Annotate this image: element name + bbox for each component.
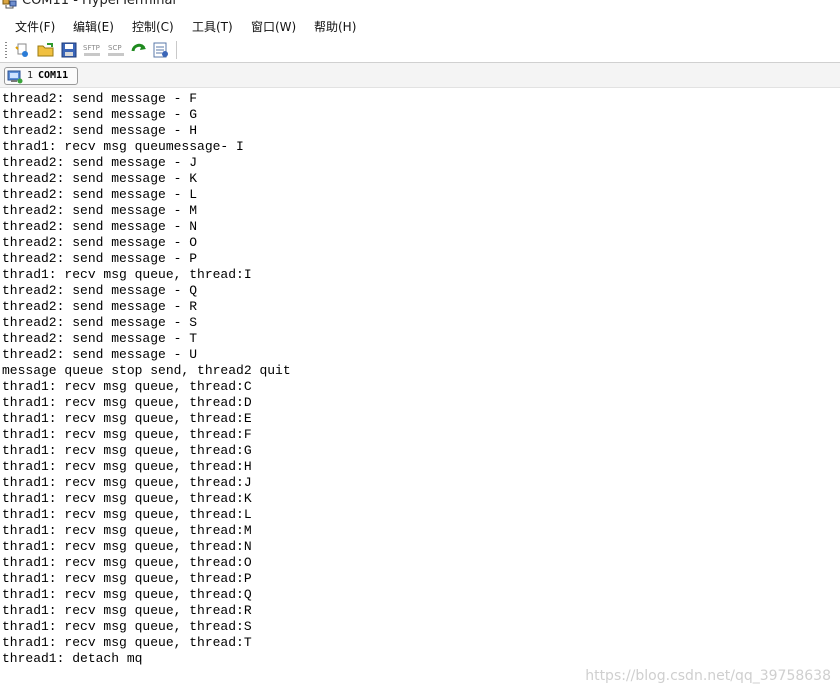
- toolbar-separator: [176, 41, 177, 59]
- properties-icon[interactable]: [152, 41, 170, 59]
- menu-file[interactable]: 文件(F): [15, 18, 55, 35]
- open-folder-icon[interactable]: [37, 41, 55, 59]
- toolbar: SFTP SCP: [0, 38, 840, 62]
- menu-tools[interactable]: 工具(T): [192, 18, 233, 35]
- terminal-line: thrad1: recv msg queue, thread:D: [2, 395, 252, 410]
- save-icon[interactable]: [60, 41, 78, 59]
- terminal-line: thrad1: recv msg queumessage- I: [2, 139, 244, 154]
- terminal-line: thread2: send message - U: [2, 347, 198, 362]
- app-icon: [2, 0, 18, 10]
- terminal-line: thrad1: recv msg queue, thread:C: [2, 379, 252, 394]
- terminal-line: thrad1: recv msg queue, thread:F: [2, 427, 252, 442]
- terminal-line: thrad1: recv msg queue, thread:I: [2, 267, 252, 282]
- menu-control[interactable]: 控制(C): [132, 18, 174, 35]
- sftp-icon[interactable]: SFTP: [82, 41, 102, 59]
- terminal-line: thrad1: recv msg queue, thread:R: [2, 603, 252, 618]
- scp-label: SCP: [108, 44, 122, 52]
- terminal-line: thrad1: recv msg queue, thread:Q: [2, 587, 252, 602]
- title-bar: COM11 - HyperTerminal: [0, 0, 840, 11]
- terminal-line: thrad1: recv msg queue, thread:L: [2, 507, 252, 522]
- sftp-label: SFTP: [83, 44, 100, 52]
- terminal-line: thread2: send message - M: [2, 203, 198, 218]
- tab-index: 1: [27, 70, 34, 81]
- terminal-line: thread2: send message - F: [2, 91, 198, 106]
- terminal-line: thread2: send message - R: [2, 299, 198, 314]
- terminal-line: thread2: send message - P: [2, 251, 198, 266]
- terminal-line: thrad1: recv msg queue, thread:S: [2, 619, 252, 634]
- terminal-line: thrad1: recv msg queue, thread:M: [2, 523, 252, 538]
- session-tab-com11[interactable]: 1 COM11: [4, 67, 78, 85]
- new-session-icon[interactable]: [13, 41, 31, 59]
- terminal-line: thrad1: recv msg queue, thread:N: [2, 539, 252, 554]
- reconnect-icon[interactable]: [130, 41, 148, 59]
- terminal-line: thrad1: recv msg queue, thread:H: [2, 459, 252, 474]
- terminal-line: thread2: send message - J: [2, 155, 198, 170]
- terminal-line: thrad1: recv msg queue, thread:J: [2, 475, 252, 490]
- tab-label: COM11: [38, 70, 69, 81]
- toolbar-grip[interactable]: [5, 42, 7, 58]
- session-tab-bar: 1 COM11: [0, 62, 840, 88]
- menu-edit[interactable]: 编辑(E): [73, 18, 114, 35]
- terminal-line: thread2: send message - S: [2, 315, 198, 330]
- terminal-line: thread2: send message - N: [2, 219, 198, 234]
- terminal-line: thread2: send message - G: [2, 107, 198, 122]
- terminal-line: thread2: send message - T: [2, 331, 198, 346]
- terminal-line: message queue stop send, thread2 quit: [2, 363, 291, 378]
- terminal-line: thread2: send message - O: [2, 235, 198, 250]
- terminal-line: thread2: send message - L: [2, 187, 198, 202]
- menu-bar: 文件(F) 编辑(E) 控制(C) 工具(T) 窗口(W) 帮助(H): [0, 11, 840, 38]
- terminal-line: thrad1: recv msg queue, thread:O: [2, 555, 252, 570]
- menu-help[interactable]: 帮助(H): [314, 18, 356, 35]
- terminal-line: thread2: send message - K: [2, 171, 198, 186]
- terminal-line: thrad1: recv msg queue, thread:E: [2, 411, 252, 426]
- terminal-lines: thread2: send message - Fthread2: send m…: [2, 91, 291, 667]
- window-title: COM11 - HyperTerminal: [22, 0, 177, 8]
- terminal-output[interactable]: thread2: send message - Fthread2: send m…: [0, 90, 840, 696]
- terminal-line: thread2: send message - H: [2, 123, 198, 138]
- terminal-line: thread1: detach mq: [2, 651, 143, 666]
- terminal-line: thrad1: recv msg queue, thread:P: [2, 571, 252, 586]
- terminal-line: thrad1: recv msg queue, thread:T: [2, 635, 252, 650]
- terminal-line: thrad1: recv msg queue, thread:K: [2, 491, 252, 506]
- scp-icon[interactable]: SCP: [106, 41, 126, 59]
- menu-window[interactable]: 窗口(W): [251, 18, 296, 35]
- watermark: https://blog.csdn.net/qq_39758638: [585, 668, 831, 684]
- terminal-line: thrad1: recv msg queue, thread:G: [2, 443, 252, 458]
- terminal-session-icon: [7, 69, 23, 84]
- terminal-line: thread2: send message - Q: [2, 283, 198, 298]
